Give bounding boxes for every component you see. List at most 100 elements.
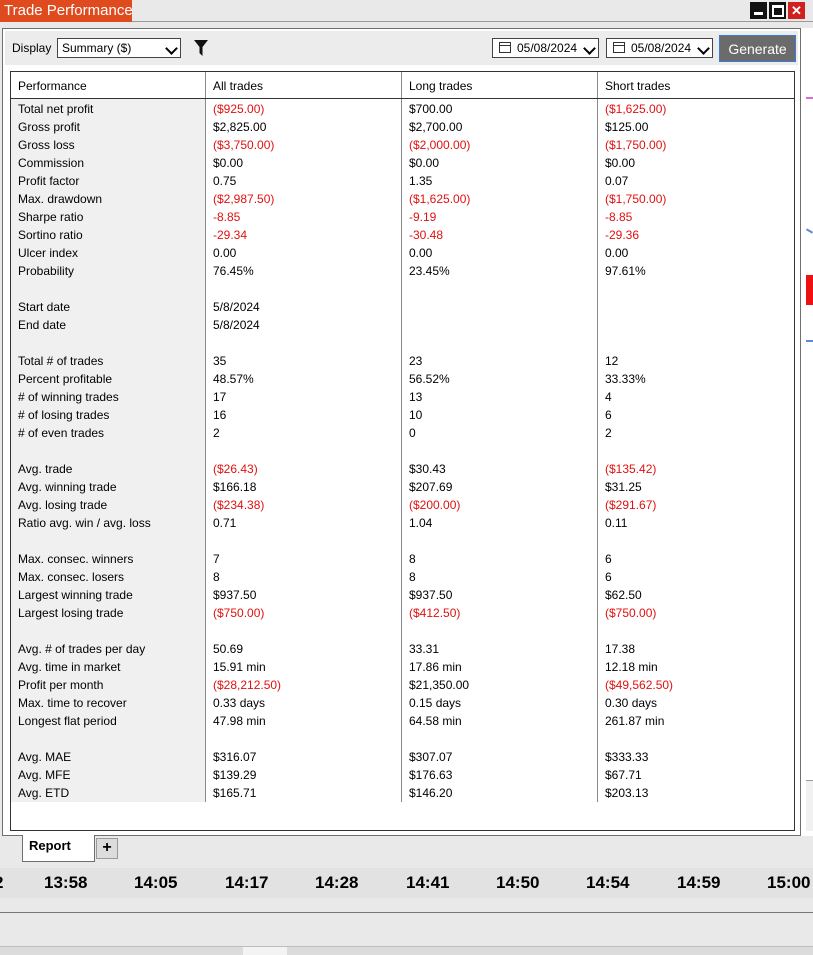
tab-report[interactable]: Report <box>22 835 95 862</box>
cell-short: $67.71 <box>605 768 642 782</box>
cell-long: 1.04 <box>409 516 433 530</box>
cell-all: 2 <box>213 426 220 440</box>
cell-all: 0.75 <box>213 174 237 188</box>
row-label: Gross loss <box>18 138 75 152</box>
time-tick-label: 14:05 <box>134 873 178 892</box>
cell-long: 23 <box>409 354 423 368</box>
cell-long: -30.48 <box>409 228 444 242</box>
cell-all: $166.18 <box>213 480 257 494</box>
cell-long: $700.00 <box>409 102 453 116</box>
cell-short: ($291.67) <box>605 498 657 512</box>
cell-long: 64.58 min <box>409 714 462 728</box>
time-tick-label: 2 <box>0 873 3 893</box>
cell-long: $2,700.00 <box>409 120 463 134</box>
row-label: Largest losing trade <box>18 606 124 620</box>
cell-long: $21,350.00 <box>409 678 470 692</box>
cell-short: 0.07 <box>605 174 629 188</box>
minimize-button[interactable] <box>750 2 767 19</box>
window-title: Trade Performance <box>0 0 133 22</box>
row-label: # of losing trades <box>18 408 110 422</box>
cell-short: ($135.42) <box>605 462 657 476</box>
cell-all: $165.71 <box>213 786 257 800</box>
row-label: Avg. ETD <box>18 786 70 800</box>
row-label: Max. time to recover <box>18 696 127 710</box>
row-label: Start date <box>18 300 71 314</box>
chart-line-fragment <box>806 340 813 342</box>
row-label: Avg. trade <box>18 462 73 476</box>
cell-long: $146.20 <box>409 786 453 800</box>
row-label: Profit per month <box>18 678 104 692</box>
cell-long: 23.45% <box>409 264 450 278</box>
time-tick-label: 14:54 <box>586 873 630 892</box>
cell-short: 6 <box>605 408 612 422</box>
cell-all: 48.57% <box>213 372 254 386</box>
cell-long: $307.07 <box>409 750 453 764</box>
cell-long: 1.35 <box>409 174 433 188</box>
column-divider <box>401 72 402 802</box>
display-select[interactable]: Summary ($) <box>57 38 181 58</box>
cell-short: 6 <box>605 570 612 584</box>
maximize-button[interactable] <box>769 2 786 19</box>
maximize-icon <box>771 4 784 17</box>
chevron-down-icon <box>583 42 596 55</box>
cell-short: $333.33 <box>605 750 649 764</box>
row-label: Avg. winning trade <box>18 480 117 494</box>
cell-short: 17.38 <box>605 642 636 656</box>
cell-short: $125.00 <box>605 120 649 134</box>
cell-all: ($26.43) <box>213 462 258 476</box>
row-label: Percent profitable <box>18 372 113 386</box>
cell-all: 0.71 <box>213 516 237 530</box>
cell-all: ($3,750.00) <box>213 138 275 152</box>
column-divider <box>205 72 206 802</box>
row-label: Ratio avg. win / avg. loss <box>18 516 151 530</box>
add-tab-button[interactable]: + <box>96 838 118 859</box>
cell-all: 5/8/2024 <box>213 318 260 332</box>
row-label: Avg. losing trade <box>18 498 108 512</box>
row-label: Longest flat period <box>18 714 117 728</box>
header-long-trades: Long trades <box>409 79 473 93</box>
cell-all: 0.00 <box>213 246 237 260</box>
cell-all: 76.45% <box>213 264 254 278</box>
performance-table: Performance All trades Long trades Short… <box>10 71 795 831</box>
minimize-icon <box>754 12 763 15</box>
calendar-icon <box>613 42 625 53</box>
row-label: Avg. MFE <box>18 768 71 782</box>
row-label: Gross profit <box>18 120 81 134</box>
cell-all: 8 <box>213 570 220 584</box>
display-label: Display <box>12 41 52 55</box>
cell-all: -8.85 <box>213 210 241 224</box>
cell-long: 17.86 min <box>409 660 462 674</box>
header-short-trades: Short trades <box>605 79 671 93</box>
cell-short: 2 <box>605 426 612 440</box>
cell-short: 6 <box>605 552 612 566</box>
generate-button[interactable]: Generate <box>719 35 796 62</box>
row-label: Avg. # of trades per day <box>18 642 146 656</box>
cell-all: ($2,987.50) <box>213 192 275 206</box>
date-to-select[interactable]: 05/08/2024 <box>606 38 713 58</box>
cell-short: -8.85 <box>605 210 633 224</box>
row-label: Probability <box>18 264 75 278</box>
row-label: Total net profit <box>18 102 94 116</box>
cell-all: 47.98 min <box>213 714 266 728</box>
row-label: Avg. MAE <box>18 750 72 764</box>
time-axis: 2 13:58 14:05 14:17 14:28 14:41 14:50 14:54 14:5… <box>0 868 813 898</box>
cell-long: -9.19 <box>409 210 437 224</box>
cell-short: $0.00 <box>605 156 636 170</box>
cell-all: $316.07 <box>213 750 257 764</box>
filter-icon[interactable] <box>194 40 208 56</box>
date-to-value: 05/08/2024 <box>631 41 692 55</box>
date-from-select[interactable]: 05/08/2024 <box>492 38 599 58</box>
cell-long: 56.52% <box>409 372 450 386</box>
header-performance: Performance <box>18 79 87 93</box>
header-divider <box>11 98 794 99</box>
cell-all: 0.33 days <box>213 696 266 710</box>
cell-long: $30.43 <box>409 462 446 476</box>
row-label: Max. drawdown <box>18 192 103 206</box>
cell-all: 5/8/2024 <box>213 300 260 314</box>
row-label: # of even trades <box>18 426 105 440</box>
cell-all: ($234.38) <box>213 498 265 512</box>
cell-all: 7 <box>213 552 220 566</box>
close-button[interactable]: ✕ <box>788 2 805 19</box>
toolbar: Display Summary ($) 05/08/2024 05/08/202… <box>5 31 798 65</box>
cell-short: 0.30 days <box>605 696 658 710</box>
